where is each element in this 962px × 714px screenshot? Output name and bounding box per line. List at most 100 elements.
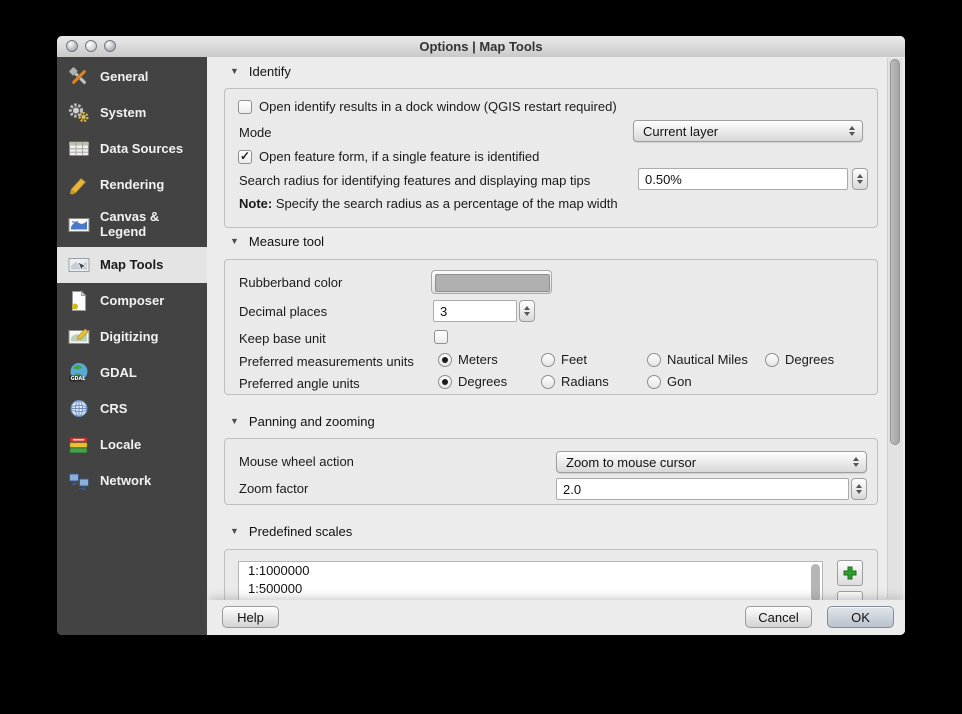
sidebar-item-network[interactable]: Network [57, 463, 207, 499]
measure-section-header[interactable]: ▼ Measure tool [230, 233, 324, 249]
sidebar-item-map-tools[interactable]: Map Tools [57, 247, 207, 283]
mouse-wheel-label: Mouse wheel action [239, 454, 354, 469]
rubberband-swatch [435, 274, 550, 292]
decimal-places-stepper[interactable] [519, 300, 535, 322]
ok-button[interactable]: OK [827, 606, 894, 628]
angle-units-label: Preferred angle units [239, 376, 360, 391]
paintbrush-icon [67, 173, 91, 197]
sidebar-item-rendering[interactable]: Rendering [57, 167, 207, 203]
radio-icon [647, 375, 661, 389]
options-sidebar: General System Data Sources [57, 57, 207, 635]
cancel-button[interactable]: Cancel [745, 606, 812, 628]
scrollbar-thumb[interactable] [890, 59, 900, 445]
radio-nautical-miles[interactable]: Nautical Miles [647, 352, 748, 367]
radio-icon [765, 353, 779, 367]
radio-degrees-angle[interactable]: Degrees [438, 374, 507, 389]
radio-icon [541, 375, 555, 389]
identify-group: Open identify results in a dock window (… [224, 88, 878, 228]
zoom-factor-input[interactable] [556, 478, 849, 500]
map-tools-panel: ▼ Identify Open identify results in a do… [207, 57, 905, 635]
feature-form-checkbox[interactable]: ✓ [238, 150, 252, 164]
radio-meters[interactable]: Meters [438, 352, 498, 367]
window-controls [66, 40, 116, 52]
zoom-factor-stepper[interactable] [851, 478, 867, 500]
table-icon [67, 137, 91, 161]
mode-select[interactable]: Current layer [633, 120, 863, 142]
chevron-up-down-icon [849, 121, 855, 141]
search-radius-stepper[interactable] [852, 168, 868, 190]
minimize-window-icon[interactable] [85, 40, 97, 52]
composer-icon [67, 289, 91, 313]
radio-gon[interactable]: Gon [647, 374, 692, 389]
sidebar-item-canvas-legend[interactable]: Canvas & Legend [57, 203, 207, 247]
radio-icon [647, 353, 661, 367]
tools-icon [67, 65, 91, 89]
list-scrollbar[interactable] [811, 564, 820, 602]
panning-section-header[interactable]: ▼ Panning and zooming [230, 413, 375, 429]
crs-globe-icon [67, 397, 91, 421]
sidebar-item-gdal[interactable]: GDAL GDAL [57, 355, 207, 391]
feature-form-row: ✓ Open feature form, if a single feature… [238, 149, 539, 164]
chevron-up-down-icon [853, 452, 859, 472]
radio-degrees-unit[interactable]: Degrees [765, 352, 834, 367]
titlebar[interactable]: Options | Map Tools [57, 36, 905, 58]
sidebar-item-label: Digitizing [100, 330, 159, 345]
sidebar-item-locale[interactable]: Locale [57, 427, 207, 463]
canvas-legend-icon [67, 213, 91, 237]
rubberband-color-button[interactable] [431, 270, 552, 294]
svg-text:GDAL: GDAL [71, 376, 86, 382]
feature-form-label: Open feature form, if a single feature i… [259, 149, 539, 164]
search-radius-label: Search radius for identifying features a… [239, 173, 590, 188]
sidebar-item-system[interactable]: System [57, 95, 207, 131]
search-radius-input[interactable] [638, 168, 848, 190]
measure-group: Rubberband color Decimal places Keep bas… [224, 259, 878, 395]
dock-window-row: Open identify results in a dock window (… [238, 99, 617, 114]
mode-select-value: Current layer [643, 124, 718, 139]
keep-base-unit-label: Keep base unit [239, 331, 326, 346]
sidebar-item-label: Network [100, 474, 151, 489]
sidebar-item-data-sources[interactable]: Data Sources [57, 131, 207, 167]
scale-list-item[interactable]: 1:1000000 [239, 562, 822, 580]
sidebar-item-digitizing[interactable]: Digitizing [57, 319, 207, 355]
add-scale-button[interactable] [837, 560, 863, 586]
desktop: Options | Map Tools General Sy [0, 0, 962, 714]
sidebar-item-label: Composer [100, 294, 164, 309]
mode-label: Mode [239, 125, 272, 140]
section-title: Identify [249, 64, 291, 79]
keep-base-unit-checkbox[interactable] [434, 330, 448, 344]
section-title: Measure tool [249, 234, 324, 249]
collapse-triangle-icon: ▼ [230, 526, 239, 536]
sidebar-item-label: GDAL [100, 366, 137, 381]
dock-window-checkbox[interactable] [238, 100, 252, 114]
panning-group: Mouse wheel action Zoom to mouse cursor … [224, 438, 878, 505]
sidebar-item-composer[interactable]: Composer [57, 283, 207, 319]
radio-radians[interactable]: Radians [541, 374, 609, 389]
note-prefix: Note: [239, 196, 272, 211]
scrollbar-track[interactable] [887, 58, 903, 599]
decimal-places-input[interactable] [433, 300, 517, 322]
close-window-icon[interactable] [66, 40, 78, 52]
section-title: Panning and zooming [249, 414, 375, 429]
sidebar-item-label: Data Sources [100, 142, 183, 157]
zoom-window-icon[interactable] [104, 40, 116, 52]
sidebar-item-label: CRS [100, 402, 127, 417]
sidebar-item-label: General [100, 70, 148, 85]
mouse-wheel-value: Zoom to mouse cursor [566, 455, 696, 470]
sidebar-item-label: System [100, 106, 146, 121]
scale-list-item[interactable]: 1:500000 [239, 580, 822, 598]
radio-feet[interactable]: Feet [541, 352, 587, 367]
collapse-triangle-icon: ▼ [230, 416, 239, 426]
dock-window-label: Open identify results in a dock window (… [259, 99, 617, 114]
search-radius-note: Note: Specify the search radius as a per… [239, 195, 618, 213]
mouse-wheel-select[interactable]: Zoom to mouse cursor [556, 451, 867, 473]
help-button[interactable]: Help [222, 606, 279, 628]
sidebar-item-crs[interactable]: CRS [57, 391, 207, 427]
zoom-factor-label: Zoom factor [239, 481, 308, 496]
digitizing-icon [67, 325, 91, 349]
scales-section-header[interactable]: ▼ Predefined scales [230, 523, 352, 539]
add-icon [843, 566, 857, 580]
decimal-places-label: Decimal places [239, 304, 327, 319]
radio-icon [438, 353, 452, 367]
identify-section-header[interactable]: ▼ Identify [230, 63, 291, 79]
sidebar-item-general[interactable]: General [57, 59, 207, 95]
